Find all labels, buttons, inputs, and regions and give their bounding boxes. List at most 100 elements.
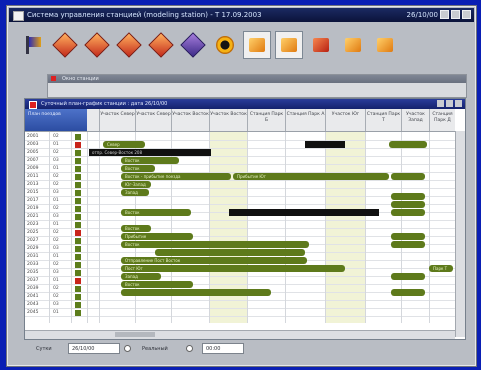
background-window[interactable]: Окно станции — [47, 74, 467, 98]
schedule-bar[interactable] — [389, 141, 427, 148]
tool-diamond-4[interactable] — [147, 31, 175, 59]
row-label[interactable]: 2045 — [27, 309, 49, 316]
schedule-bar[interactable]: Запад — [121, 189, 149, 196]
time-field[interactable]: 00:00 — [202, 343, 244, 354]
schedule-bar-dark[interactable] — [305, 141, 345, 148]
row-header-title[interactable]: План поездов — [25, 109, 87, 131]
schedule-bar[interactable]: Парк Т — [429, 265, 453, 272]
tool-square-5[interactable] — [371, 31, 399, 59]
column-header-cell[interactable]: Участок Восток — [171, 109, 209, 131]
row-divider — [25, 308, 455, 309]
schedule-bar[interactable]: Запад — [121, 273, 161, 280]
row-label[interactable]: 2029 — [27, 245, 49, 252]
row-label[interactable]: 2027 — [27, 237, 49, 244]
minimize-button[interactable] — [440, 10, 449, 19]
tool-diamond-2[interactable] — [83, 31, 111, 59]
schedule-window-titlebar[interactable]: Суточный план-график станции : дата 26/1… — [25, 99, 465, 109]
schedule-grid[interactable]: 2001 02 2003 01 2005 02 2007 03 2009 01 2011 02 2013… — [25, 132, 455, 323]
schedule-bar[interactable] — [391, 289, 425, 296]
schedule-bar-dark[interactable]: отпр. Север-Восток 208 — [89, 149, 211, 156]
schedule-bar[interactable]: Восток — [121, 241, 309, 248]
schedule-bar[interactable]: Восток — [121, 281, 193, 288]
tool-square-2[interactable] — [275, 31, 303, 59]
row-label[interactable]: 2009 — [27, 165, 49, 172]
row-label[interactable]: 2035 — [27, 269, 49, 276]
row-label[interactable]: 2023 — [27, 221, 49, 228]
schedule-bar[interactable]: Восток — [121, 157, 179, 164]
column-header-cell[interactable]: Участок Восток — [209, 109, 247, 131]
mode-radio[interactable] — [186, 345, 193, 352]
row-divider — [25, 220, 455, 221]
close-button[interactable] — [462, 10, 471, 19]
row-label[interactable]: 2033 — [27, 261, 49, 268]
schedule-bar[interactable] — [391, 241, 425, 248]
column-header-cell[interactable]: Участок Юг — [325, 109, 365, 131]
tool-target[interactable] — [211, 31, 239, 59]
horizontal-scrollbar[interactable] — [25, 330, 455, 339]
row-label[interactable]: 2041 — [27, 293, 49, 300]
schedule-bar[interactable]: Восток — [121, 165, 155, 172]
tool-square-3[interactable] — [307, 31, 335, 59]
row-status-marker — [75, 238, 81, 244]
column-header-cell[interactable]: Станция Парк А — [285, 109, 325, 131]
schedule-bar[interactable] — [391, 193, 425, 200]
row-label[interactable]: 2001 — [27, 133, 49, 140]
row-label[interactable]: 2021 — [27, 213, 49, 220]
column-header-cell[interactable]: Участок Север — [135, 109, 171, 131]
schedule-bar[interactable]: Юг-Запад — [121, 181, 151, 188]
vertical-scrollbar[interactable] — [455, 131, 465, 337]
schedule-bar[interactable] — [155, 249, 305, 256]
row-label[interactable]: 2043 — [27, 301, 49, 308]
schedule-bar[interactable] — [391, 201, 425, 208]
row-label[interactable]: 2003 — [27, 141, 49, 148]
row-label[interactable]: 2039 — [27, 285, 49, 292]
row-label[interactable]: 2013 — [27, 181, 49, 188]
tool-diamond-1[interactable] — [51, 31, 79, 59]
tool-square-1[interactable] — [243, 31, 271, 59]
schedule-bar[interactable]: Отправление Пост Восток — [121, 257, 307, 264]
schedule-bar[interactable] — [391, 233, 425, 240]
schedule-bar[interactable]: Восток — [121, 209, 191, 216]
schedule-bar[interactable]: Пост Юг — [121, 265, 345, 272]
column-header-cell[interactable]: Участок Север — [99, 109, 135, 131]
schedule-bar[interactable] — [391, 209, 425, 216]
scroll-thumb[interactable] — [115, 332, 155, 337]
schedule-bar-dark[interactable] — [229, 209, 379, 216]
background-window-titlebar[interactable]: Окно станции — [48, 75, 466, 83]
schedule-bar[interactable]: Восток — [121, 225, 151, 232]
column-header-cell[interactable]: Станция Парк Б — [247, 109, 285, 131]
violet-diamond-icon — [181, 33, 205, 57]
schedule-bar[interactable]: Восток - прибытие поезда — [121, 173, 231, 180]
schedule-bar[interactable]: Прибытие Юг — [233, 173, 389, 180]
row-label[interactable]: 2037 — [27, 277, 49, 284]
bullseye-icon — [216, 36, 234, 54]
tool-square-4[interactable] — [339, 31, 367, 59]
row-label[interactable]: 2007 — [27, 157, 49, 164]
schedule-bar[interactable]: Прибытие — [121, 233, 193, 240]
date-field[interactable]: 26/10/00 — [68, 343, 120, 354]
column-header-cell[interactable]: Станция Парк Т — [365, 109, 401, 131]
tool-flag[interactable] — [19, 31, 47, 59]
row-label[interactable]: 2031 — [27, 253, 49, 260]
column-header-cell[interactable]: Станция Парк Д — [429, 109, 455, 131]
column-header-cell[interactable]: Участок Запад — [401, 109, 429, 131]
schedule-bar[interactable] — [121, 289, 271, 296]
schedule-bar[interactable] — [391, 273, 425, 280]
row-label[interactable]: 2019 — [27, 205, 49, 212]
row-label[interactable]: 2011 — [27, 173, 49, 180]
close-button[interactable] — [455, 100, 462, 107]
schedule-bar[interactable] — [391, 173, 425, 180]
maximize-button[interactable] — [446, 100, 453, 107]
schedule-bar[interactable]: Север — [103, 141, 145, 148]
row-status-marker — [75, 142, 81, 148]
date-picker-button[interactable] — [124, 345, 131, 352]
row-label[interactable]: 2017 — [27, 197, 49, 204]
row-label[interactable]: 2015 — [27, 189, 49, 196]
tool-diamond-5[interactable] — [179, 31, 207, 59]
minimize-button[interactable] — [437, 100, 444, 107]
tool-diamond-3[interactable] — [115, 31, 143, 59]
row-label[interactable]: 2005 — [27, 149, 49, 156]
maximize-button[interactable] — [451, 10, 460, 19]
row-status-marker — [75, 310, 81, 316]
row-label[interactable]: 2025 — [27, 229, 49, 236]
